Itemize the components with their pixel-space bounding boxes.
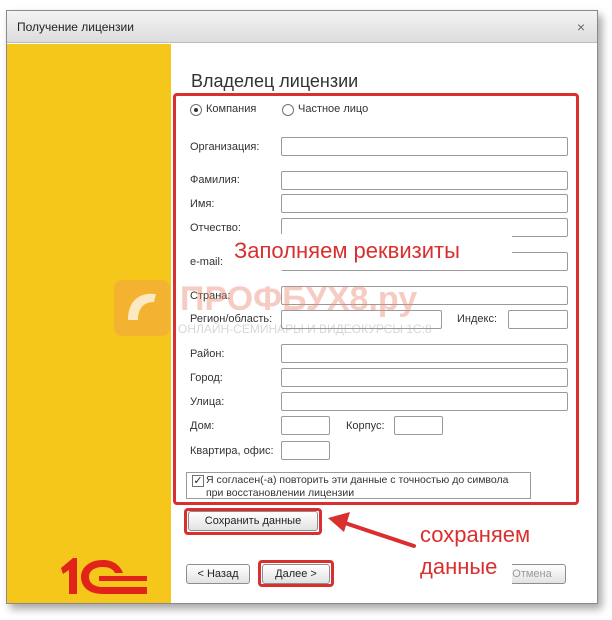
last-name-label: Фамилия: [190, 174, 240, 186]
back-button[interactable]: < Назад [186, 564, 250, 584]
title-bar: Получение лицензии × [7, 11, 597, 43]
annotation-save-line2: данные [420, 554, 498, 579]
page-title: Владелец лицензии [191, 71, 359, 91]
save-data-button[interactable]: Сохранить данные [188, 511, 318, 531]
index-label: Индекс: [457, 313, 498, 325]
index-field[interactable] [508, 310, 568, 329]
agreement-text-line2: при восстановлении лицензии [206, 487, 355, 499]
city-field[interactable] [281, 368, 568, 387]
agreement-checkbox[interactable]: ✓ [192, 475, 204, 487]
window-title: Получение лицензии [17, 20, 134, 34]
house-label: Дом: [190, 420, 215, 432]
radio-individual-label: Частное лицо [298, 103, 369, 115]
apartment-field[interactable] [281, 441, 330, 460]
watermark-brand: ПРОФБУХ8.ру [180, 280, 418, 318]
first-name-label: Имя: [190, 198, 215, 210]
building-label: Корпус: [346, 420, 385, 432]
1c-logo [61, 558, 147, 594]
organization-label: Организация: [190, 141, 260, 153]
close-icon[interactable]: × [573, 19, 589, 35]
organization-field[interactable] [281, 137, 568, 156]
last-name-field[interactable] [281, 171, 568, 190]
first-name-field[interactable] [281, 194, 568, 213]
radio-individual[interactable] [282, 104, 294, 116]
street-field[interactable] [281, 392, 568, 411]
watermark-subtitle: ОНЛАЙН-СЕМИНАРЫ И ВИДЕОКУРСЫ 1С:8 [178, 322, 432, 336]
annotation-save-line1: сохраняем [420, 522, 531, 547]
street-label: Улица: [190, 396, 225, 408]
building-field[interactable] [394, 416, 443, 435]
annotation-arrow [328, 512, 416, 548]
annotation-fill-text: Заполняем реквизиты [234, 238, 460, 263]
agreement-text-line1: Я согласен(-а) повторить эти данные с то… [206, 474, 509, 486]
radio-company-label: Компания [206, 103, 257, 115]
radio-company[interactable] [190, 104, 202, 116]
district-field[interactable] [281, 344, 568, 363]
city-label: Город: [190, 372, 223, 384]
apartment-label: Квартира, офис: [190, 445, 274, 457]
next-button[interactable]: Далее > [262, 564, 330, 584]
email-label: e-mail: [190, 256, 224, 268]
watermark-logo [114, 280, 170, 336]
district-label: Район: [190, 348, 225, 360]
house-field[interactable] [281, 416, 330, 435]
patronymic-label: Отчество: [190, 222, 241, 234]
